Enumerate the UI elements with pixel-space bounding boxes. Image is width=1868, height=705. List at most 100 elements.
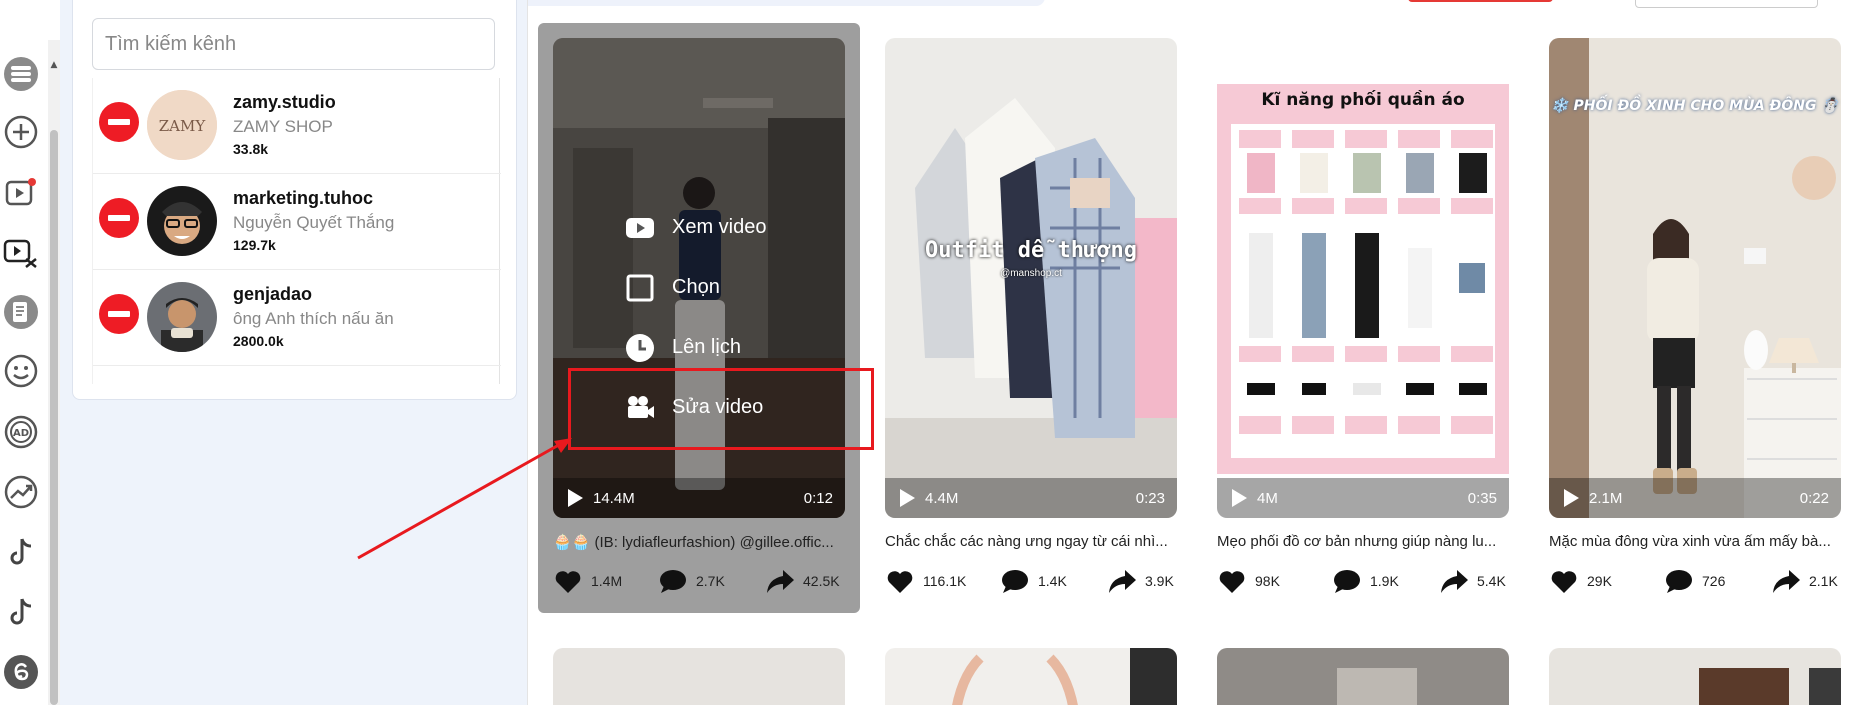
view-count: 14.4M bbox=[593, 490, 635, 507]
channel-search-input[interactable]: Tìm kiếm kênh bbox=[92, 18, 495, 70]
channel-followers: 2800.0k bbox=[233, 333, 284, 349]
menu-item-label: Lên lịch bbox=[672, 336, 741, 358]
channel-followers: 33.8k bbox=[233, 141, 269, 157]
video-info-bar: 4M 0:35 bbox=[1217, 478, 1509, 518]
icon-rail: ▲ AD bbox=[0, 0, 60, 705]
video-stats: 116.1K 1.4K 3.9K bbox=[885, 566, 1177, 596]
channel-item[interactable]: genjadao ông Anh thích nấu ăn 2800.0k bbox=[93, 270, 501, 366]
primary-action-button[interactable] bbox=[1408, 0, 1553, 2]
comment-icon bbox=[660, 570, 686, 593]
tiktok-icon[interactable] bbox=[2, 593, 40, 631]
checkbox-icon bbox=[626, 274, 654, 302]
video-duration: 0:35 bbox=[1467, 490, 1497, 507]
video-thumbnail[interactable] bbox=[1549, 648, 1841, 705]
video-info-bar: 14.4M 0:12 bbox=[553, 478, 845, 518]
video-edit-icon[interactable] bbox=[2, 233, 40, 271]
video-thumbnail-image bbox=[1337, 668, 1417, 705]
video-info-bar: 2.1M 0:22 bbox=[1549, 478, 1841, 518]
schedule-option[interactable]: Lên lịch bbox=[624, 328, 864, 368]
view-count: 4M bbox=[1257, 490, 1278, 507]
channel-handle: genjadao bbox=[233, 284, 313, 304]
channel-item[interactable]: marketing.tuhoc Nguyễn Quyết Thắng 129.7… bbox=[93, 174, 501, 270]
channel-item[interactable]: ZAMY zamy.studio ZAMY SHOP 33.8k bbox=[93, 78, 501, 174]
view-count: 4.4M bbox=[925, 490, 959, 507]
arrow-annotation bbox=[357, 438, 572, 560]
video-stats: 1.4M 2.7K 42.5K bbox=[553, 566, 845, 596]
threads-icon[interactable] bbox=[2, 653, 40, 691]
video-thumbnail[interactable] bbox=[885, 648, 1177, 705]
comment-icon bbox=[1666, 570, 1692, 593]
comment-count: 1.9K bbox=[1370, 573, 1399, 589]
clock-icon bbox=[626, 334, 654, 362]
video-stats: 29K 726 2.1K bbox=[1549, 566, 1841, 596]
comment-icon bbox=[1334, 570, 1360, 593]
avatar: ZAMY bbox=[147, 90, 217, 160]
heart-icon bbox=[1219, 571, 1245, 593]
comment-count: 726 bbox=[1702, 573, 1726, 589]
overlay-title: Outfit dễ thượng bbox=[925, 238, 1137, 263]
video-thumbnail-image bbox=[952, 648, 1177, 705]
video-duration: 0:22 bbox=[1799, 490, 1829, 507]
share-count: 42.5K bbox=[803, 573, 840, 589]
video-caption: Chắc chắc các nàng ưng ngay từ cái nhì..… bbox=[885, 533, 1168, 550]
like-count: 98K bbox=[1255, 573, 1280, 589]
top-select-box[interactable] bbox=[1635, 0, 1818, 8]
svg-text:AD: AD bbox=[13, 428, 29, 439]
avatar bbox=[147, 282, 217, 352]
channel-handle: marketing.tuhoc bbox=[233, 188, 374, 208]
remove-channel-button[interactable] bbox=[99, 294, 139, 334]
scroll-up-icon[interactable]: ▲ bbox=[48, 60, 60, 72]
share-count: 5.4K bbox=[1477, 573, 1506, 589]
share-count: 3.9K bbox=[1145, 573, 1174, 589]
play-icon bbox=[1564, 489, 1579, 507]
video-thumbnail[interactable] bbox=[553, 648, 845, 705]
comment-count: 2.7K bbox=[696, 573, 725, 589]
comment-icon bbox=[1002, 570, 1028, 593]
share-count: 2.1K bbox=[1809, 573, 1838, 589]
video-add-icon[interactable] bbox=[2, 173, 40, 211]
channel-name: Nguyễn Quyết Thắng bbox=[233, 213, 395, 232]
channel-handle: zamy.studio bbox=[233, 92, 336, 112]
overlay-title: ❄️ PHỐI ĐỒ XINH CHO MÙA ĐÔNG ☃️ bbox=[1551, 98, 1839, 114]
tiktok-icon[interactable] bbox=[2, 533, 40, 571]
channel-name: ông Anh thích nấu ăn bbox=[233, 309, 394, 328]
overlay-subtitle: @manshop.ct bbox=[1000, 268, 1062, 279]
play-icon bbox=[900, 489, 915, 507]
document-icon[interactable] bbox=[2, 293, 40, 331]
select-option[interactable]: Chọn bbox=[624, 268, 864, 308]
video-thumbnail[interactable]: Outfit dễ thượng @manshop.ct 4.4M 0:23 bbox=[885, 38, 1177, 518]
like-count: 1.4M bbox=[591, 573, 623, 589]
share-icon bbox=[1441, 570, 1468, 593]
like-count: 29K bbox=[1587, 573, 1612, 589]
video-duration: 0:23 bbox=[1135, 490, 1165, 507]
ad-icon[interactable]: AD bbox=[2, 413, 40, 451]
avatar bbox=[147, 186, 217, 256]
video-caption: Mặc mùa đông vừa xinh vừa ấm mấy bà... bbox=[1549, 533, 1831, 550]
like-count: 116.1K bbox=[923, 573, 967, 589]
video-caption: Mẹo phối đồ cơ bản nhưng giúp nàng lu... bbox=[1217, 533, 1497, 550]
video-caption: 🧁🧁 (IB: lydiafleurfashion) @gillee.offic… bbox=[553, 534, 834, 551]
smile-icon[interactable] bbox=[2, 352, 40, 390]
video-thumbnail[interactable]: ❄️ PHỐI ĐỒ XINH CHO MÙA ĐÔNG ☃️ 2.1M 0:2… bbox=[1549, 38, 1841, 518]
video-thumbnail-image bbox=[1699, 668, 1841, 705]
heart-icon bbox=[555, 571, 581, 593]
remove-channel-button[interactable] bbox=[99, 102, 139, 142]
menu-item-label: Xem video bbox=[672, 216, 767, 238]
video-thumbnail[interactable] bbox=[1217, 648, 1509, 705]
heart-icon bbox=[1551, 571, 1577, 593]
video-thumbnail-image bbox=[1217, 38, 1509, 518]
share-icon bbox=[1109, 570, 1136, 593]
add-circle-icon[interactable] bbox=[2, 113, 40, 151]
remove-channel-button[interactable] bbox=[99, 198, 139, 238]
overlay-title: Kĩ năng phối quần áo bbox=[1261, 90, 1465, 110]
rail-scrollbar-thumb[interactable] bbox=[50, 130, 58, 705]
share-icon bbox=[767, 570, 794, 593]
share-icon bbox=[1773, 570, 1800, 593]
video-info-bar: 4.4M 0:23 bbox=[885, 478, 1177, 518]
video-thumbnail[interactable]: Kĩ năng phối quần áo 4M 0:35 bbox=[1217, 38, 1509, 518]
trending-icon[interactable] bbox=[2, 473, 40, 511]
channel-name: ZAMY SHOP bbox=[233, 117, 333, 136]
list-icon[interactable] bbox=[2, 55, 40, 93]
watch-video-option[interactable]: Xem video bbox=[624, 208, 864, 248]
video-stats: 98K 1.9K 5.4K bbox=[1217, 566, 1509, 596]
